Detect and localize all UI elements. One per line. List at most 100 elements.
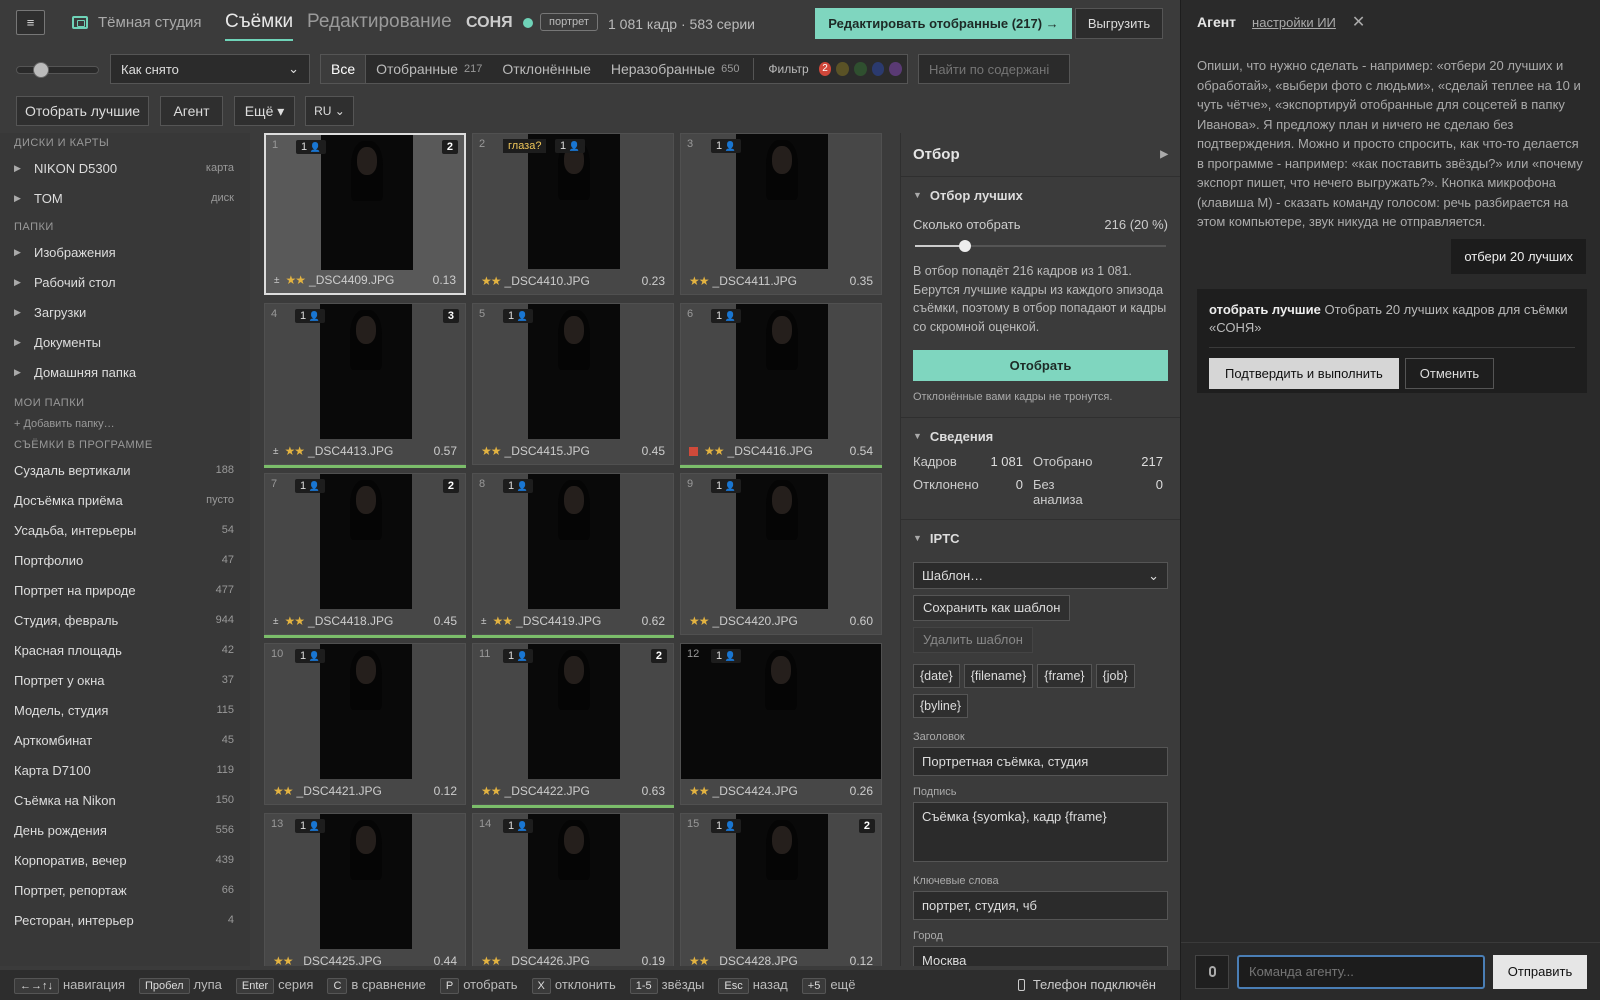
star-rating[interactable]: ★★: [493, 614, 513, 628]
photo-tile[interactable]: 5 1 👤 ★★ _DSC4415.JPG 0.45: [472, 303, 674, 465]
search-input[interactable]: [918, 54, 1070, 84]
photo-tile[interactable]: 14 1 👤 ★★ _DSC4426.JPG 0.19: [472, 813, 674, 966]
token-chip[interactable]: {filename}: [963, 664, 1034, 688]
photo-thumbnail[interactable]: [528, 304, 620, 439]
photo-tile[interactable]: 15 1 👤 2 ★★ _DSC4428.JPG 0.12: [680, 813, 882, 966]
chevron-right-icon[interactable]: ▶: [1160, 149, 1168, 160]
add-folder-link[interactable]: + Добавить папку…: [0, 413, 250, 435]
photo-thumbnail[interactable]: [736, 304, 828, 439]
color-label-red[interactable]: [689, 446, 698, 456]
sidebar-folder[interactable]: ▶ Рабочий стол: [0, 267, 250, 297]
sidebar-shoot[interactable]: Портрет, репортаж 66: [0, 875, 250, 905]
photo-tile[interactable]: 13 1 👤 ★★ _DSC4425.JPG 0.44: [264, 813, 466, 966]
sidebar-shoot[interactable]: Ресторан, интерьер 4: [0, 905, 250, 935]
sidebar-shoot[interactable]: Красная площадь 42: [0, 635, 250, 665]
filter-rejected[interactable]: Отклонённые: [492, 55, 601, 83]
sidebar-shoot[interactable]: Портрет у окна 37: [0, 665, 250, 695]
photo-thumbnail[interactable]: [528, 644, 620, 779]
photo-thumbnail[interactable]: [321, 135, 413, 270]
thumb-size-slider[interactable]: [16, 62, 99, 78]
sidebar-disk[interactable]: ▶ TOM диск: [0, 183, 250, 213]
photo-tile[interactable]: 9 1 👤 ★★ _DSC4420.JPG 0.60: [680, 473, 882, 635]
star-rating[interactable]: ★★: [481, 784, 501, 798]
color-filter-yellow[interactable]: [836, 62, 850, 76]
series-count-badge[interactable]: 2: [650, 649, 667, 663]
series-count-badge[interactable]: 2: [441, 140, 458, 154]
send-button[interactable]: Отправить: [1493, 954, 1587, 989]
star-rating[interactable]: ★★: [689, 784, 709, 798]
star-rating[interactable]: ★★: [285, 444, 305, 458]
sidebar-shoot[interactable]: Усадьба, интерьеры 54: [0, 515, 250, 545]
photo-tile[interactable]: 10 1 👤 ★★ _DSC4421.JPG 0.12: [264, 643, 466, 805]
sidebar-shoot[interactable]: День рождения 556: [0, 815, 250, 845]
edit-selected-button[interactable]: Редактировать отобранные (217) →: [815, 8, 1072, 39]
section-iptc[interactable]: ▼ IPTC: [913, 520, 1168, 556]
keywords-field[interactable]: [913, 891, 1168, 920]
sidebar-shoot[interactable]: Портрет на природе 477: [0, 575, 250, 605]
color-filter-green[interactable]: [854, 62, 867, 76]
menu-button[interactable]: ≡: [16, 10, 45, 35]
city-field[interactable]: [913, 946, 1168, 966]
token-chip[interactable]: {byline}: [913, 694, 969, 718]
sidebar-shoot[interactable]: Модель, студия 115: [0, 695, 250, 725]
star-rating[interactable]: ★★: [273, 784, 293, 798]
series-count-badge[interactable]: 2: [858, 819, 875, 833]
photo-thumbnail[interactable]: [320, 814, 412, 949]
sidebar-shoot[interactable]: Суздаль вертикали 188: [0, 455, 250, 485]
sort-select[interactable]: Как снято ⌄: [110, 54, 310, 84]
star-rating[interactable]: ★★: [689, 954, 709, 966]
tab-editing[interactable]: Редактирование: [307, 11, 452, 33]
photo-tile[interactable]: 12 1 👤 ★★ _DSC4424.JPG 0.26: [680, 643, 882, 805]
sidebar-shoot[interactable]: Студия, февраль 944: [0, 605, 250, 635]
language-select[interactable]: RU ⌄: [305, 96, 354, 126]
star-rating[interactable]: ★★: [689, 274, 709, 288]
sidebar-shoot[interactable]: Досъёмка приёма пусто: [0, 485, 250, 515]
sidebar-shoot[interactable]: Съёмка на Nikon 150: [0, 785, 250, 815]
photo-thumbnail[interactable]: [736, 814, 828, 949]
photo-thumbnail[interactable]: [528, 814, 620, 949]
more-button[interactable]: Ещё ▾: [234, 96, 295, 126]
filter-picked[interactable]: Отобранные 217: [366, 55, 492, 83]
photo-thumbnail[interactable]: [528, 474, 620, 609]
agent-command-input[interactable]: [1237, 954, 1485, 989]
star-rating[interactable]: ★★: [273, 954, 293, 966]
slider-knob[interactable]: [959, 240, 971, 252]
close-icon[interactable]: ✕: [1352, 12, 1365, 32]
star-rating[interactable]: ★★: [481, 444, 501, 458]
photo-thumbnail[interactable]: [736, 474, 828, 609]
sidebar-shoot[interactable]: Корпоратив, вечер 439: [0, 845, 250, 875]
tab-shoots[interactable]: Съёмки: [225, 11, 294, 41]
filter-all[interactable]: Все: [321, 55, 367, 83]
photo-tile[interactable]: 8 1 👤 ± ★★ _DSC4419.JPG 0.62: [472, 473, 674, 638]
sidebar-shoot[interactable]: Портфолио 47: [0, 545, 250, 575]
cancel-button[interactable]: Отменить: [1404, 358, 1495, 389]
delete-template-button[interactable]: Удалить шаблон: [913, 627, 1033, 653]
photo-tile[interactable]: 7 1 👤 2 ± ★★ _DSC4418.JPG 0.45: [264, 473, 466, 638]
star-rating[interactable]: ★★: [704, 444, 724, 458]
photo-tile[interactable]: 4 1 👤 3 ± ★★ _DSC4413.JPG 0.57: [264, 303, 466, 468]
token-chip[interactable]: {frame}: [1037, 664, 1092, 688]
series-count-badge[interactable]: 3: [442, 309, 459, 323]
color-filter-purple[interactable]: [889, 62, 902, 76]
color-filter-red[interactable]: 2: [818, 62, 832, 76]
pick-best-button[interactable]: Отобрать лучшие: [16, 96, 149, 126]
photo-thumbnail[interactable]: [320, 644, 412, 779]
photo-tile[interactable]: 11 1 👤 2 ★★ _DSC4422.JPG 0.63: [472, 643, 674, 808]
star-rating[interactable]: ★★: [286, 273, 306, 287]
token-chip[interactable]: {job}: [1095, 664, 1135, 688]
export-button[interactable]: Выгрузить: [1075, 8, 1163, 39]
microphone-button[interactable]: [1195, 954, 1229, 989]
color-filter-blue[interactable]: [871, 62, 885, 76]
photo-thumbnail[interactable]: [320, 474, 412, 609]
how-many-slider[interactable]: [913, 236, 1168, 256]
sidebar-folder[interactable]: ▶ Изображения: [0, 237, 250, 267]
studio-selector[interactable]: Тёмная студия: [72, 14, 202, 31]
sidebar-folder[interactable]: ▶ Документы: [0, 327, 250, 357]
photo-tile[interactable]: 1 1 👤 2 ± ★★ _DSC4409.JPG 0.13: [264, 133, 466, 295]
ai-settings-link[interactable]: настройки ИИ: [1252, 15, 1336, 30]
agent-button[interactable]: Агент: [160, 96, 223, 126]
photo-thumbnail[interactable]: [320, 304, 412, 439]
genre-badge[interactable]: портрет: [540, 13, 598, 31]
photo-tile[interactable]: 2 1 👤 глаза? ★★ _DSC4410.JPG 0.23: [472, 133, 674, 295]
star-rating[interactable]: ★★: [481, 954, 501, 966]
